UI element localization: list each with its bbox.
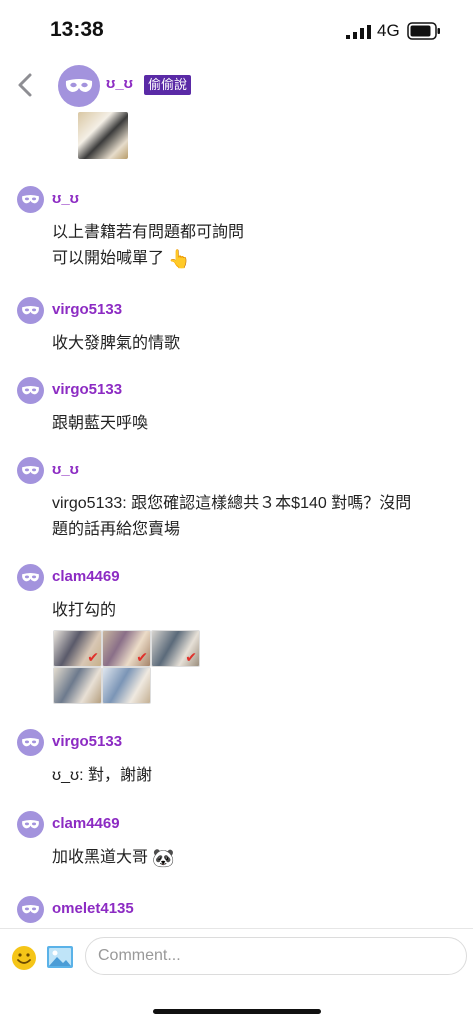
book-photo-thumbnail[interactable]: ✔ [151, 630, 200, 667]
network-type: 4G [377, 21, 400, 40]
message-username[interactable]: virgo5133 [52, 733, 122, 750]
comment-field[interactable] [85, 937, 467, 975]
book-photo-thumbnail[interactable] [53, 667, 102, 704]
message-text: ʊ_ʊ: 對，謝謝 [52, 763, 462, 789]
message-username[interactable]: omelet4135 [52, 900, 134, 917]
mask-icon [65, 79, 93, 92]
message-list[interactable]: ʊ_ʊ 以上書籍若有問題都可詢問 可以開始喊單了 👆 virgo5133 收大發脾… [0, 112, 473, 928]
message-text: virgo5133: 跟您確認這樣總共３本$140 對嗎？沒問 題的話再給您賣場 [52, 491, 462, 543]
message-username[interactable]: clam4469 [52, 815, 120, 832]
image-icon[interactable] [46, 945, 74, 969]
mask-icon [22, 195, 39, 204]
home-indicator [153, 1009, 321, 1014]
comment-input[interactable] [96, 946, 450, 966]
message-username[interactable]: virgo5133 [52, 381, 122, 398]
message-line: 可以開始喊單了 [52, 250, 165, 268]
mask-icon [22, 306, 39, 315]
message-line: 跟朝藍天呼喚 [52, 415, 149, 432]
check-mark-icon: ✔ [185, 649, 197, 665]
back-arrow-icon[interactable] [14, 72, 38, 98]
message-text: 以上書籍若有問題都可詢問 可以開始喊單了 👆 [52, 220, 462, 272]
comment-composer [0, 928, 473, 1025]
message-line: 收大發脾氣的情歌 [52, 335, 181, 352]
message-line: ʊ_ʊ: 對，謝謝 [52, 767, 152, 784]
mask-icon [22, 466, 39, 475]
avatar[interactable] [17, 811, 44, 838]
mode-badge: 偷偷說 [144, 75, 192, 95]
message-line: virgo5133: 跟您確認這樣總共３本$140 對嗎？沒問 [52, 495, 412, 512]
check-mark-icon: ✔ [87, 649, 99, 665]
avatar[interactable] [17, 457, 44, 484]
message-line: 加收黑道大哥 [52, 849, 149, 867]
message-text: 跟朝藍天呼喚 [52, 411, 462, 437]
message-text: 加收黑道大哥 🐼 [52, 845, 462, 871]
message-username[interactable]: ʊ_ʊ [52, 190, 79, 207]
chat-title: ʊ_ʊ [106, 75, 133, 92]
chat-header: ʊ_ʊ 偷偷說 [0, 60, 473, 112]
book-photo-thumbnail[interactable] [78, 112, 128, 159]
avatar[interactable] [58, 65, 100, 107]
mask-icon [22, 573, 39, 582]
avatar[interactable] [17, 297, 44, 324]
message-text: 收大發脾氣的情歌 [52, 331, 462, 357]
message-text: 收打勾的 [52, 598, 462, 624]
check-mark-icon: ✔ [136, 649, 148, 665]
message-line: 以上書籍若有問題都可詢問 [52, 224, 245, 241]
book-photo-thumbnail[interactable]: ✔ [102, 630, 151, 667]
signal-icon [346, 25, 371, 39]
mask-icon [22, 820, 39, 829]
avatar[interactable] [17, 186, 44, 213]
mask-icon [22, 738, 39, 747]
pointing-hand-emoji: 👆 [168, 249, 191, 269]
mask-icon [22, 905, 39, 914]
message-username[interactable]: ʊ_ʊ [52, 461, 79, 478]
book-photo-thumbnail[interactable]: ✔ [53, 630, 102, 667]
battery-icon [407, 22, 440, 40]
message-line: 題的話再給您賣場 [52, 521, 181, 538]
avatar[interactable] [17, 377, 44, 404]
panda-emoji: 🐼 [152, 848, 175, 868]
message-username[interactable]: clam4469 [52, 568, 120, 585]
emoji-icon[interactable] [11, 945, 37, 971]
status-time: 13:38 [50, 18, 104, 41]
message-username[interactable]: virgo5133 [52, 301, 122, 318]
book-photo-thumbnail[interactable] [102, 667, 151, 704]
avatar[interactable] [17, 896, 44, 923]
avatar[interactable] [17, 729, 44, 756]
mask-icon [22, 386, 39, 395]
status-bar: 13:38 4G [0, 0, 473, 60]
avatar[interactable] [17, 564, 44, 591]
message-line: 收打勾的 [52, 602, 117, 619]
